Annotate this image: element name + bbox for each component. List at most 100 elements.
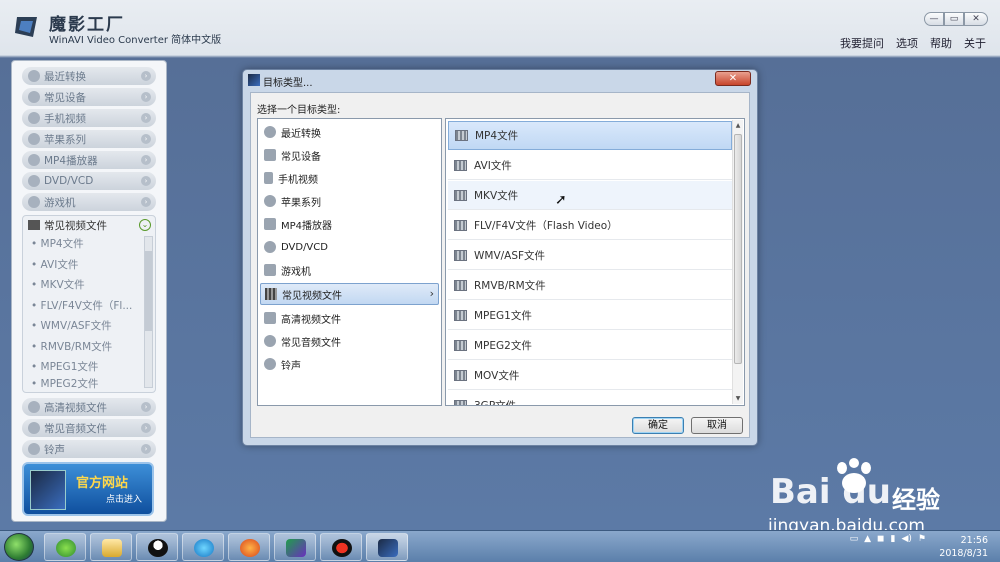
sidebar-item-hd-video[interactable]: 高清视频文件 › [22,398,156,416]
taskbar-recorder[interactable] [320,533,362,561]
category-item[interactable]: MP4播放器 [260,213,439,235]
sidebar-scrollbar[interactable] [144,236,153,388]
sidebar-item-label: MP4播放器 [44,154,98,167]
sidebar-item-recent[interactable]: 最近转换 › [22,67,156,85]
category-item[interactable]: 铃声 [260,353,439,375]
format-item[interactable]: MPEG1文件 [448,301,732,330]
sidebar-section-label: 常见视频文件 [44,219,107,232]
clock-icon [264,126,276,138]
format-item[interactable]: MOV文件 [448,361,732,390]
official-site-banner[interactable]: 官方网站 点击进入 [22,462,154,516]
cancel-button[interactable]: 取消 [691,417,743,434]
system-clock[interactable]: 21:56 2018/8/31 [939,534,988,560]
taskbar-player[interactable] [274,533,316,561]
sidebar-subitem[interactable]: • MP4文件 [23,234,135,255]
close-icon[interactable]: ✕ [964,12,988,26]
menu-help[interactable]: 帮助 [930,35,952,51]
app-window: 魔影工厂 WinAVI Video Converter 简体中文版 — ▭ ✕ … [0,0,1000,536]
chevron-right-icon: › [141,134,151,144]
chevron-down-icon[interactable]: ⌄ [139,219,151,231]
sidebar-item-phone-video[interactable]: 手机视频 › [22,109,156,127]
sidebar-item-apple[interactable]: 苹果系列 › [22,130,156,148]
category-item[interactable]: DVD/VCD [260,236,439,258]
sidebar-subitem[interactable]: • MPEG2文件 [23,378,135,390]
sidebar-item-mp4-player[interactable]: MP4播放器 › [22,151,156,169]
clock-icon [28,70,40,82]
film-icon [455,130,468,141]
sidebar-item-dvd-vcd[interactable]: DVD/VCD › [22,172,156,190]
format-label: MPEG1文件 [474,309,532,322]
ok-button[interactable]: 确定 [632,417,684,434]
taskbar-media-player[interactable] [182,533,224,561]
film-icon [454,369,467,381]
format-item[interactable]: RMVB/RM文件 [448,271,732,300]
category-item[interactable]: 常见设备 [260,144,439,166]
watermark-brand: Bai du [770,472,891,512]
apple-icon [264,195,276,207]
category-label: 铃声 [281,360,301,372]
folder-icon [102,539,122,557]
sidebar-subitem[interactable]: • RMVB/RM文件 [23,337,135,358]
network-icon[interactable]: ▮ [891,534,896,544]
disc-icon [28,175,40,187]
format-item-selected[interactable]: MP4文件 [448,121,732,150]
sidebar-subitem[interactable]: • AVI文件 [23,255,135,276]
category-label: MP4播放器 [281,220,333,232]
category-item-selected[interactable]: 常见视频文件 › [260,283,439,305]
sidebar-item-devices[interactable]: 常见设备 › [22,88,156,106]
phone-icon [28,112,40,124]
chevron-right-icon: › [141,92,151,102]
sidebar-subitem[interactable]: • MKV文件 [23,275,135,296]
target-type-dialog: 目标类型... ✕ 选择一个目标类型: 最近转换 常见设备 手机视频 苹果系列 … [242,69,758,446]
flag-icon[interactable]: ⚑ [918,534,926,544]
sidebar-item-game-console[interactable]: 游戏机 › [22,193,156,211]
sidebar-subitem[interactable]: • MPEG1文件 [23,357,135,378]
category-item[interactable]: 高清视频文件 [260,307,439,329]
keyboard-icon[interactable]: ▭ [850,534,859,544]
sidebar-item-audio[interactable]: 常见音频文件 › [22,419,156,437]
scrollbar-thumb[interactable] [734,134,742,364]
maximize-icon[interactable]: ▭ [944,12,964,26]
scrollbar-thumb[interactable] [145,251,152,331]
taskbar-winavi-active[interactable] [366,533,408,561]
category-item[interactable]: 最近转换 [260,121,439,143]
format-item[interactable]: FLV/F4V文件（Flash Video） [448,211,732,240]
menu-ask-question[interactable]: 我要提问 [840,35,884,51]
format-item[interactable]: 3GP文件 [448,391,732,405]
taskbar-browser-360[interactable] [44,533,86,561]
sidebar-subitem[interactable]: • WMV/ASF文件 [23,316,135,337]
start-button[interactable] [4,533,34,561]
taskbar: ▭ ▲ ◼ ▮ ◀) ⚑ 21:56 2018/8/31 [0,530,1000,562]
category-item[interactable]: 常见音频文件 [260,330,439,352]
category-label: 手机视频 [278,174,318,186]
menu-options[interactable]: 选项 [896,35,918,51]
security-icon[interactable]: ◼ [877,534,884,544]
scroll-down-icon[interactable]: ▼ [734,395,742,402]
category-label: 高清视频文件 [281,314,341,326]
dialog-close-button[interactable]: ✕ [715,71,751,86]
film-icon [454,279,467,291]
app-subtitle: WinAVI Video Converter 简体中文版 [49,35,222,46]
sidebar-subitem[interactable]: • FLV/F4V文件（Fl... [23,296,135,317]
volume-icon[interactable]: ◀) [901,534,911,544]
format-item-hovered[interactable]: MKV文件 [448,181,732,210]
qq-penguin-icon [148,539,168,557]
category-item[interactable]: 游戏机 [260,259,439,281]
taskbar-qq[interactable] [136,533,178,561]
category-label: 常见音频文件 [281,337,341,349]
format-item[interactable]: AVI文件 [448,151,732,180]
sidebar-section-header[interactable]: 常见视频文件 ⌄ [23,216,155,234]
format-item[interactable]: MPEG2文件 [448,331,732,360]
minimize-icon[interactable]: — [924,12,944,26]
scroll-up-icon[interactable]: ▲ [734,122,742,129]
tray-expand-icon[interactable]: ▲ [864,534,871,544]
taskbar-explorer[interactable] [90,533,132,561]
format-item[interactable]: WMV/ASF文件 [448,241,732,270]
category-item[interactable]: 苹果系列 [260,190,439,212]
sidebar-item-ringtone[interactable]: 铃声 › [22,440,156,458]
app-logo-icon [15,17,37,37]
menu-about[interactable]: 关于 [964,35,986,51]
category-item[interactable]: 手机视频 [260,167,439,189]
format-scrollbar[interactable]: ▲ ▼ [732,120,743,404]
taskbar-firefox[interactable] [228,533,270,561]
